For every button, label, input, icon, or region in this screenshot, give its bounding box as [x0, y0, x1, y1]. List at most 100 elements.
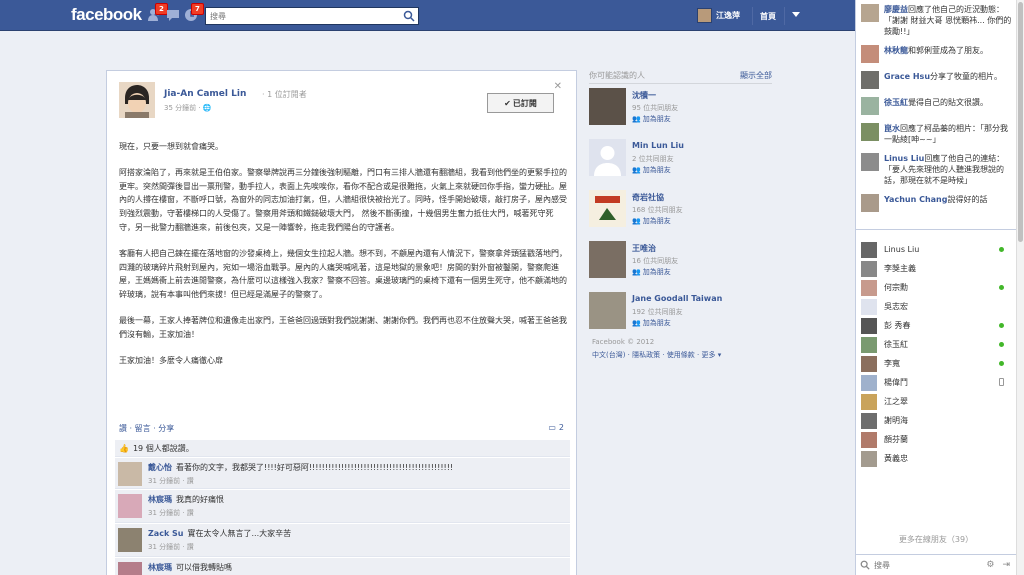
add-friend-button[interactable]: 👥 加為朋友 [632, 267, 671, 277]
ticker-item[interactable]: 崑水回應了柯品蓁的相片：「那分我一點綾[呻~~」 [856, 119, 1016, 149]
search-icon[interactable] [403, 10, 415, 22]
see-all-link[interactable]: 顯示全部 [740, 70, 772, 81]
friend-name: 謝明海 [884, 416, 908, 425]
ticker-item[interactable]: Grace Hsu分享了牧童的相片。 [856, 67, 1016, 93]
default-avatar[interactable] [589, 139, 626, 176]
likes-text: 19 個人都說讚。 [132, 443, 194, 453]
person-name[interactable]: 奇岩社協 [632, 192, 664, 203]
chat-friend[interactable]: 江之翠 [856, 392, 1016, 411]
chat-friend[interactable]: 彭 秀春 [856, 316, 1016, 335]
subscribed-button[interactable]: ✔ 已訂閱 [487, 93, 554, 113]
person-name[interactable]: 王唯治 [632, 243, 656, 254]
ticker-name[interactable]: 廖慶益 [884, 5, 908, 14]
friend-requests-icon[interactable]: 2 [147, 3, 168, 23]
chat-friend[interactable]: 李獎主義 [856, 259, 1016, 278]
ticker-item[interactable]: 廖慶益回應了他自己的近況動態：「謝謝 財益大哥 恩恍顆祎... 你們的鼓勵!!」 [856, 0, 1016, 41]
commenter-avatar[interactable] [118, 528, 142, 552]
add-friend-button[interactable]: 👥 加為朋友 [632, 216, 671, 226]
ticker-name[interactable]: 崑水 [884, 124, 900, 133]
chat-friend[interactable]: 李寬 [856, 354, 1016, 373]
mobile-icon [999, 378, 1004, 386]
chat-friend[interactable]: Linus Liu [856, 240, 1016, 259]
ticker-name[interactable]: Yachun Chang [884, 195, 947, 204]
search-input[interactable]: 搜尋 [205, 7, 419, 25]
avatar [697, 8, 712, 23]
post-timestamp[interactable]: 35 分鐘前 · 🌐 [164, 103, 212, 113]
mutual-friends[interactable]: 16 位共同朋友 [632, 256, 678, 266]
profile-link[interactable]: 江逸萍 [697, 7, 740, 24]
ticker-item[interactable]: Linus Liu回應了他自己的連結：「要人先來理他的人聽進我想說的話，那現在就… [856, 149, 1016, 190]
mutual-friends[interactable]: 95 位共同朋友 [632, 103, 678, 113]
messages-icon[interactable] [165, 7, 181, 23]
chat-friend[interactable]: 黃義忠 [856, 449, 1016, 468]
close-icon[interactable]: ✕ [554, 81, 562, 92]
ticker-name[interactable]: 林秋龍 [884, 46, 908, 55]
avatar [861, 431, 877, 448]
chat-friend[interactable]: 謝明海 [856, 411, 1016, 430]
comment-meta[interactable]: 31 分鐘前 · 讚 [148, 476, 194, 486]
comment-meta[interactable]: 31 分鐘前 · 讚 [148, 508, 194, 518]
mutual-friends[interactable]: 192 位共同朋友 [632, 307, 683, 317]
comment-count[interactable]: ▭ 2 [548, 423, 564, 432]
facebook-logo[interactable]: facebook [71, 5, 142, 25]
author-name[interactable]: Jia-An Camel Lin [164, 89, 246, 99]
person-photo[interactable] [589, 190, 626, 227]
ticker[interactable]: 廖慶益回應了他自己的近況動態：「謝謝 財益大哥 恩恍顆祎... 你們的鼓勵!!」… [856, 0, 1016, 230]
mutual-friends[interactable]: 168 位共同朋友 [632, 205, 683, 215]
commenter-avatar[interactable] [118, 494, 142, 518]
person-name[interactable]: 沈犢一 [632, 90, 656, 101]
chat-friend[interactable]: 何宗勳 [856, 278, 1016, 297]
person-photo[interactable] [589, 88, 626, 125]
more-online-friends[interactable]: 更多在線朋友（39） [856, 534, 1016, 545]
add-friend-label: 加為朋友 [642, 115, 671, 123]
person-name[interactable]: Jane Goodall Taiwan [632, 294, 722, 303]
scrollbar-thumb[interactable] [1018, 2, 1023, 242]
post-actions[interactable]: 讚 · 留言 · 分享 [119, 423, 174, 434]
ticker-item[interactable]: 徐玉紅覺得自己的貼文很讚。 [856, 93, 1016, 119]
chat-list: Linus Liu 李獎主義 何宗勳 吳志宏 彭 秀春 徐玉紅 李寬 楊偉鬥 江… [856, 240, 1016, 468]
home-link[interactable]: 首頁 [760, 11, 776, 22]
ticker-text: 覺得自己的貼文很讚。 [908, 98, 988, 107]
avatar [861, 393, 877, 410]
author-avatar[interactable] [119, 82, 155, 118]
account-menu-chevron-down-icon[interactable] [792, 12, 800, 17]
commenter-avatar[interactable] [118, 462, 142, 486]
gear-icon[interactable]: ⚙ [986, 560, 994, 570]
ticker-name[interactable]: Grace Hsu [884, 72, 930, 81]
mutual-friends[interactable]: 2 位共同朋友 [632, 154, 674, 164]
chat-friend[interactable]: 顏芬蘭 [856, 430, 1016, 449]
avatar [861, 298, 877, 315]
avatar [861, 241, 877, 258]
add-friend-icon: 👥 [632, 319, 641, 327]
add-friend-button[interactable]: 👥 加為朋友 [632, 114, 671, 124]
subscriber-count[interactable]: · 1 位訂閱者 [262, 89, 307, 100]
chat-friend[interactable]: 楊偉鬥 [856, 373, 1016, 392]
person-name[interactable]: Min Lun Liu [632, 141, 684, 150]
footer-links[interactable]: 中文(台灣) · 隱私政策 · 使用條款 · 更多 ▾ [592, 351, 721, 359]
commenter-name[interactable]: 林宸瑪 [148, 563, 172, 572]
hide-sidebar-icon[interactable]: ⇥ [1002, 560, 1010, 570]
more-online-label: 更多在線朋友 [898, 535, 947, 544]
add-friend-button[interactable]: 👥 加為朋友 [632, 165, 671, 175]
notifications-icon[interactable]: 7 [183, 3, 204, 23]
add-friend-button[interactable]: 👥 加為朋友 [632, 318, 671, 328]
ticker-name[interactable]: 徐玉紅 [884, 98, 908, 107]
comment-meta[interactable]: 31 分鐘前 · 讚 [148, 542, 194, 552]
chat-friend[interactable]: 徐玉紅 [856, 335, 1016, 354]
person-photo[interactable] [589, 292, 626, 329]
commenter-name[interactable]: Zack Su [148, 529, 184, 538]
scrollbar[interactable] [1016, 0, 1024, 575]
ticker-name[interactable]: Linus Liu [884, 154, 924, 163]
commenter-name[interactable]: 戴心怡 [148, 463, 172, 472]
friend-name: 顏芬蘭 [884, 435, 908, 444]
ticker-item[interactable]: Yachun Chang說得好的話 [856, 190, 1016, 216]
likes-summary[interactable]: 👍 19 個人都說讚。 [115, 440, 570, 457]
commenter-avatar[interactable] [118, 562, 142, 575]
person-photo[interactable] [589, 241, 626, 278]
commenter-name[interactable]: 林宸瑪 [148, 495, 172, 504]
chat-friend[interactable]: 吳志宏 [856, 297, 1016, 316]
chat-search-input[interactable]: 搜尋 ⚙ ⇥ [856, 554, 1016, 575]
post-card: ✕ Jia-An Camel Lin · 1 位訂閱者 35 分鐘前 · 🌐 ✔… [106, 70, 577, 575]
avatar [861, 374, 877, 391]
ticker-item[interactable]: 林秋龍和郭俐萱成為了朋友。 [856, 41, 1016, 67]
